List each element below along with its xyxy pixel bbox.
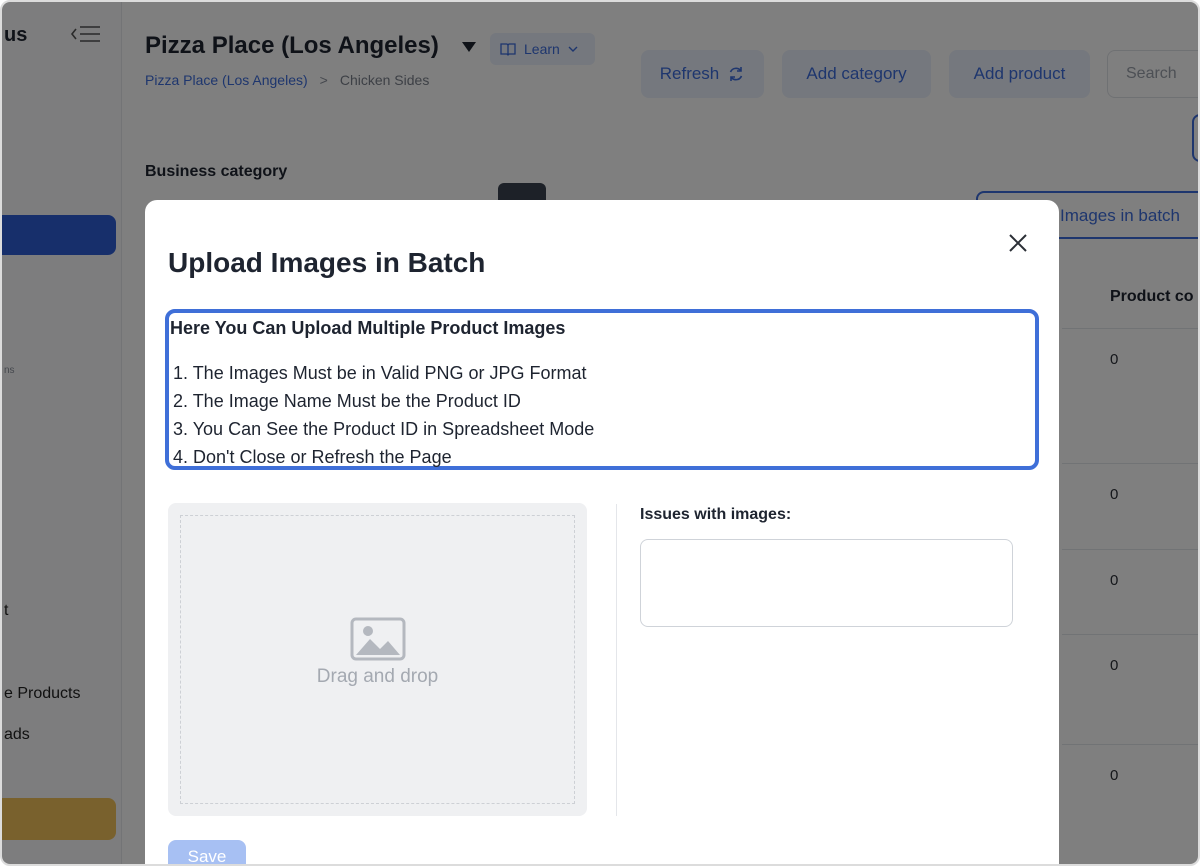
instruction-item: 2. The Image Name Must be the Product ID	[173, 391, 521, 411]
instructions-list: 1. The Images Must be in Valid PNG or JP…	[173, 359, 594, 471]
app-window: us ns t e Products ads Pizza Place (Los …	[0, 0, 1200, 866]
upload-images-modal: Upload Images in Batch Here You Can Uplo…	[145, 200, 1059, 864]
instruction-item: 3. You Can See the Product ID in Spreads…	[173, 419, 595, 439]
instructions-box: Here You Can Upload Multiple Product Ima…	[165, 309, 1039, 470]
instructions-heading: Here You Can Upload Multiple Product Ima…	[170, 318, 566, 338]
vertical-divider	[616, 504, 617, 816]
issues-textarea[interactable]	[640, 539, 1013, 627]
image-icon	[350, 617, 406, 661]
instruction-item: 1. The Images Must be in Valid PNG or JP…	[173, 363, 587, 383]
close-icon[interactable]	[1003, 228, 1033, 258]
instruction-item: 4. Don't Close or Refresh the Page	[173, 447, 452, 467]
issues-label: Issues with images:	[640, 506, 792, 523]
save-button[interactable]: Save	[168, 840, 246, 864]
image-dropzone[interactable]: Drag and drop	[168, 503, 587, 816]
modal-title: Upload Images in Batch	[168, 247, 486, 278]
dropzone-text: Drag and drop	[316, 666, 439, 687]
